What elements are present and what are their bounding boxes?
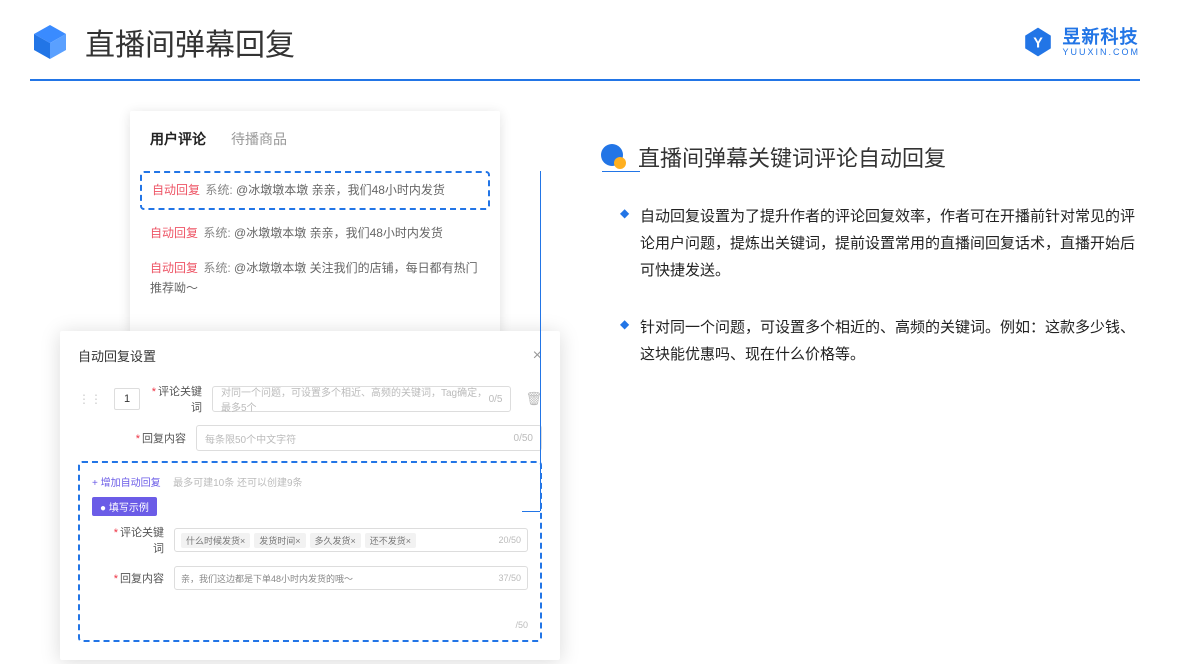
add-hint: 最多可建10条 还可以创建9条 bbox=[173, 478, 302, 489]
cube-icon bbox=[30, 22, 70, 62]
keyword-tag[interactable]: 多久发货× bbox=[310, 533, 361, 548]
brand-logo-icon: Y bbox=[1022, 26, 1054, 58]
auto-reply-tag: 自动回复 bbox=[150, 226, 198, 240]
bullet-item: 自动回复设置为了提升作者的评论回复效率，作者可在开播前针对常见的评论用户问题，提… bbox=[620, 203, 1140, 284]
reply-counter: 0/50 bbox=[514, 433, 533, 444]
example-keyword-label: *评论关键词 bbox=[112, 524, 164, 556]
comment-highlighted: 自动回复 系统: @冰墩墩本墩 亲亲，我们48小时内发货 bbox=[140, 171, 490, 210]
page-title: 直播间弹幕回复 bbox=[85, 20, 1022, 64]
example-badge: ● 填写示例 bbox=[92, 497, 157, 516]
comment-text: @冰墩墩本墩 亲亲，我们48小时内发货 bbox=[236, 183, 445, 197]
keyword-tag[interactable]: 什么时候发货× bbox=[181, 533, 250, 548]
keyword-tag[interactable]: 发货时间× bbox=[254, 533, 305, 548]
tab-pending-products[interactable]: 待播商品 bbox=[231, 129, 287, 149]
system-label: 系统: bbox=[203, 226, 230, 240]
example-reply-counter: 37/50 bbox=[498, 573, 521, 583]
add-auto-reply-link[interactable]: + 增加自动回复 bbox=[92, 474, 161, 489]
keyword-label: *评论关键词 bbox=[150, 383, 202, 415]
keyword-tag[interactable]: 还不发货× bbox=[365, 533, 416, 548]
connector-line bbox=[602, 171, 640, 172]
rule-index: 1 bbox=[114, 388, 140, 410]
comment-text: @冰墩墩本墩 亲亲，我们48小时内发货 bbox=[234, 226, 443, 240]
system-label: 系统: bbox=[203, 261, 230, 275]
example-keyword-input[interactable]: 什么时候发货× 发货时间× 多久发货× 还不发货× 20/50 bbox=[174, 528, 528, 552]
example-keyword-counter: 20/50 bbox=[498, 535, 521, 545]
comment-text: @冰墩墩本墩 关注我们的店铺，每日都有热门推荐呦～ bbox=[150, 261, 478, 294]
auto-reply-tag: 自动回复 bbox=[152, 183, 200, 197]
connector-line bbox=[540, 171, 541, 511]
section-title: 直播间弹幕关键词评论自动回复 bbox=[638, 141, 946, 173]
comment-row: 自动回复 系统: @冰墩墩本墩 关注我们的店铺，每日都有热门推荐呦～ bbox=[150, 251, 480, 305]
auto-reply-tag: 自动回复 bbox=[150, 261, 198, 275]
system-label: 系统: bbox=[205, 183, 232, 197]
bottom-counter: /50 bbox=[515, 620, 528, 630]
example-reply-label: *回复内容 bbox=[112, 570, 164, 586]
example-reply-input[interactable]: 亲，我们这边都是下单48小时内发货的哦～ 37/50 bbox=[174, 566, 528, 590]
chat-bubble-icon bbox=[600, 143, 628, 171]
keyword-input[interactable]: 对同一个问题，可设置多个相近、高频的关键词，Tag确定，最多5个 0/5 bbox=[212, 386, 511, 412]
comment-row: 自动回复 系统: @冰墩墩本墩 亲亲，我们48小时内发货 bbox=[150, 216, 480, 251]
comments-panel: 用户评论 待播商品 自动回复 系统: @冰墩墩本墩 亲亲，我们48小时内发货 自… bbox=[130, 111, 500, 336]
drag-handle-icon[interactable]: ⋮⋮ bbox=[78, 392, 102, 406]
example-section: + 增加自动回复 最多可建10条 还可以创建9条 ● 填写示例 *评论关键词 什… bbox=[78, 461, 542, 642]
brand-url: YUUXIN.COM bbox=[1062, 48, 1140, 57]
brand-name: 昱新科技 bbox=[1062, 28, 1140, 46]
reply-input[interactable]: 每条限50个中文字符 0/50 bbox=[196, 425, 542, 451]
bullet-item: 针对同一个问题，可设置多个相近的、高频的关键词。例如：这款多少钱、这块能优惠吗、… bbox=[620, 314, 1140, 368]
reply-label: *回复内容 bbox=[134, 430, 186, 446]
keyword-counter: 0/5 bbox=[489, 394, 503, 405]
dialog-title: 自动回复设置 bbox=[78, 346, 156, 365]
brand: Y 昱新科技 YUUXIN.COM bbox=[1022, 26, 1140, 58]
svg-text:Y: Y bbox=[1034, 36, 1044, 52]
auto-reply-settings-dialog: 自动回复设置 × ⋮⋮ 1 *评论关键词 对同一个问题，可设置多个相近、高频的关… bbox=[60, 331, 560, 660]
tab-user-comments[interactable]: 用户评论 bbox=[150, 129, 206, 149]
connector-line bbox=[522, 511, 540, 512]
